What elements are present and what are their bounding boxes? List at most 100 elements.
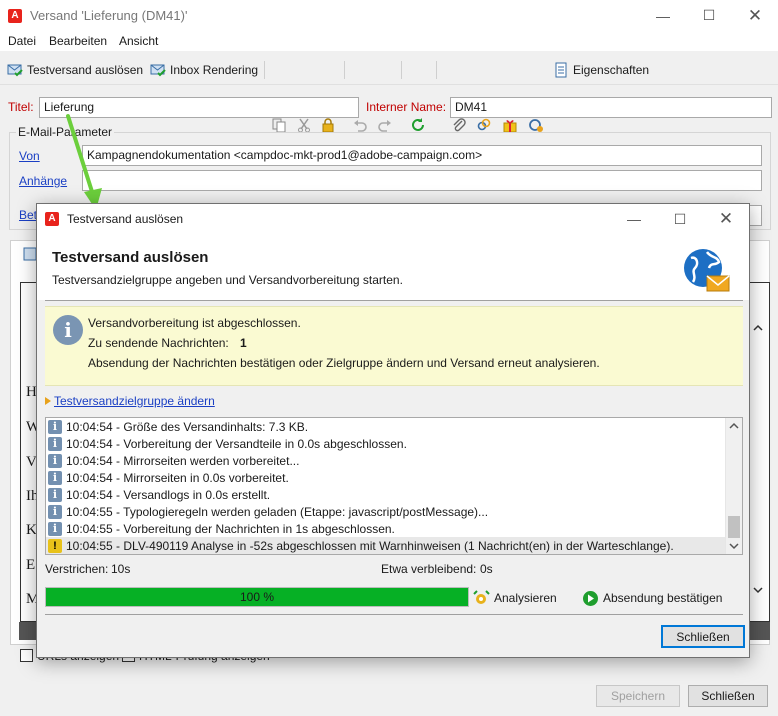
info-icon: i xyxy=(48,504,62,519)
close-icon[interactable]: ✕ xyxy=(732,0,778,31)
info-messages-count: 1 xyxy=(240,336,247,350)
dialog-heading: Testversand auslösen xyxy=(52,249,209,266)
subject-link[interactable]: Bet xyxy=(19,208,37,222)
adobe-logo-icon: A xyxy=(8,9,22,23)
test-send-dialog: A Testversand auslösen — ☐ ✕ Testversand… xyxy=(36,203,750,658)
footer-divider xyxy=(45,614,743,615)
analyze-label: Analysieren xyxy=(494,591,557,605)
info-icon: i xyxy=(48,487,62,502)
scroll-up-icon[interactable] xyxy=(729,421,739,431)
undo-icon[interactable] xyxy=(352,117,368,133)
log-row-text: 10:04:54 - Mirrorseiten in 0.0s vorberei… xyxy=(66,470,289,485)
log-scrollbar[interactable] xyxy=(725,418,742,554)
log-row-text: 10:04:54 - Vorbereitung der Versandteile… xyxy=(66,436,407,451)
attachments-field[interactable] xyxy=(82,170,762,191)
analyze-gear-icon xyxy=(473,589,490,604)
from-field[interactable]: Kampagnendokumentation <campdoc-mkt-prod… xyxy=(82,145,762,166)
info-icon: i xyxy=(48,419,62,434)
dialog-close-button[interactable]: Schließen xyxy=(661,625,745,648)
log-row[interactable]: i 10:04:54 - Mirrorseiten in 0.0s vorbere… xyxy=(46,469,742,486)
link-icon[interactable] xyxy=(476,117,492,133)
refresh-icon[interactable] xyxy=(410,117,426,133)
toolbar-separator xyxy=(436,61,437,79)
toolbar-separator xyxy=(264,61,265,79)
log-row[interactable]: i 10:04:54 - Versandlogs in 0.0s erstellt… xyxy=(46,486,742,503)
inbox-rendering-button[interactable]: Inbox Rendering xyxy=(150,61,258,79)
progress-text: 100 % xyxy=(239,590,275,604)
close-icon[interactable]: ✕ xyxy=(703,204,749,234)
copy-icon[interactable] xyxy=(271,117,287,133)
gift-icon[interactable] xyxy=(502,117,518,133)
show-urls-checkbox[interactable] xyxy=(20,649,33,662)
warning-icon: ! xyxy=(48,538,62,553)
inbox-rendering-label: Inbox Rendering xyxy=(170,63,259,77)
close-button[interactable]: Schließen xyxy=(688,685,768,707)
info-panel: i Versandvorbereitung ist abgeschlossen.… xyxy=(45,306,743,386)
attachment-icon[interactable] xyxy=(451,117,467,133)
info-icon: i xyxy=(48,470,62,485)
info-icon: i xyxy=(48,453,62,468)
scrollbar-thumb[interactable] xyxy=(728,516,740,538)
info-icon: i xyxy=(48,436,62,451)
log-row[interactable]: i 10:04:54 - Vorbereitung der Versandteil… xyxy=(46,435,742,452)
elapsed-label: Verstrichen: xyxy=(45,562,109,576)
redo-icon[interactable] xyxy=(377,117,393,133)
settings-refresh-icon[interactable] xyxy=(528,117,544,133)
menu-datei[interactable]: Datei xyxy=(8,34,36,48)
info-icon: i xyxy=(48,521,62,536)
envelope-check-icon xyxy=(7,64,23,77)
cut-icon[interactable] xyxy=(296,117,312,133)
dialog-title-bar: A Testversand auslösen — ☐ ✕ xyxy=(37,204,749,234)
properties-button[interactable]: Eigenschaften xyxy=(553,61,649,79)
properties-icon xyxy=(555,62,567,78)
info-line-1: Versandvorbereitung ist abgeschlossen. xyxy=(88,316,301,330)
globe-mail-icon xyxy=(684,249,730,292)
log-row[interactable]: i 10:04:54 - Größe des Versandinhalts: 7.… xyxy=(46,418,742,435)
test-send-button[interactable]: Testversand auslösen xyxy=(7,61,143,79)
menu-bearbeiten[interactable]: Bearbeiten xyxy=(49,34,107,48)
log-row-text: 10:04:55 - DLV-490119 Analyse in -52s ab… xyxy=(66,538,674,553)
log-row[interactable]: i 10:04:55 - Typologieregeln werden gelad… xyxy=(46,503,742,520)
log-row[interactable]: i 10:04:55 - Vorbereitung der Nachrichten… xyxy=(46,520,742,537)
test-send-label: Testversand auslösen xyxy=(27,63,144,77)
log-row-text: 10:04:55 - Vorbereitung der Nachrichten … xyxy=(66,521,395,536)
progress-bar: 100 % xyxy=(45,587,469,607)
internal-name-label: Interner Name: xyxy=(366,100,447,114)
menu-bar: Datei Bearbeiten Ansicht xyxy=(0,31,778,51)
log-row-text: 10:04:54 - Größe des Versandinhalts: 7.3… xyxy=(66,419,309,434)
confirm-send-button[interactable]: Absendung bestätigen xyxy=(582,588,722,608)
dialog-subheading: Testversandzielgruppe angeben und Versan… xyxy=(52,273,403,287)
title-label: Titel: xyxy=(8,100,34,114)
info-icon: i xyxy=(53,315,83,345)
header-divider xyxy=(45,300,743,301)
internal-name-field[interactable]: DM41 xyxy=(450,97,772,118)
analyze-button[interactable]: Analysieren xyxy=(473,588,557,608)
scroll-down-icon[interactable] xyxy=(729,541,739,551)
scroll-down-icon[interactable] xyxy=(752,584,764,596)
window-title: Versand 'Lieferung (DM41)' xyxy=(30,8,188,23)
log-list[interactable]: i 10:04:54 - Größe des Versandinhalts: 7.… xyxy=(45,417,743,555)
adobe-logo-icon: A xyxy=(45,212,59,226)
minimize-icon[interactable]: — xyxy=(611,204,657,234)
log-row-text: 10:04:55 - Typologieregeln werden gelade… xyxy=(66,504,489,519)
dialog-header: Testversand auslösen Testversandzielgrup… xyxy=(37,234,749,300)
attachments-link[interactable]: Anhänge xyxy=(19,174,67,188)
properties-label: Eigenschaften xyxy=(573,63,650,77)
change-target-link[interactable]: Testversandzielgruppe ändern xyxy=(54,394,215,408)
from-link[interactable]: Von xyxy=(19,149,40,163)
save-button[interactable]: Speichern xyxy=(596,685,680,707)
log-row[interactable]: ! 10:04:55 - DLV-490119 Analyse in -52s a… xyxy=(46,537,742,554)
menu-ansicht[interactable]: Ansicht xyxy=(119,34,158,48)
scroll-up-icon[interactable] xyxy=(752,322,764,334)
play-icon xyxy=(583,590,598,606)
toolbar-separator xyxy=(401,61,402,79)
minimize-icon[interactable]: — xyxy=(640,0,686,31)
dialog-title: Testversand auslösen xyxy=(67,212,184,226)
lock-icon[interactable] xyxy=(320,117,336,133)
maximize-icon[interactable]: ☐ xyxy=(657,204,703,234)
log-row[interactable]: i 10:04:54 - Mirrorseiten werden vorberei… xyxy=(46,452,742,469)
log-row-text: 10:04:54 - Mirrorseiten werden vorbereit… xyxy=(66,453,300,468)
log-row-text: 10:04:54 - Versandlogs in 0.0s erstellt. xyxy=(66,487,271,502)
maximize-icon[interactable]: ☐ xyxy=(686,0,732,31)
confirm-send-label: Absendung bestätigen xyxy=(603,591,723,605)
